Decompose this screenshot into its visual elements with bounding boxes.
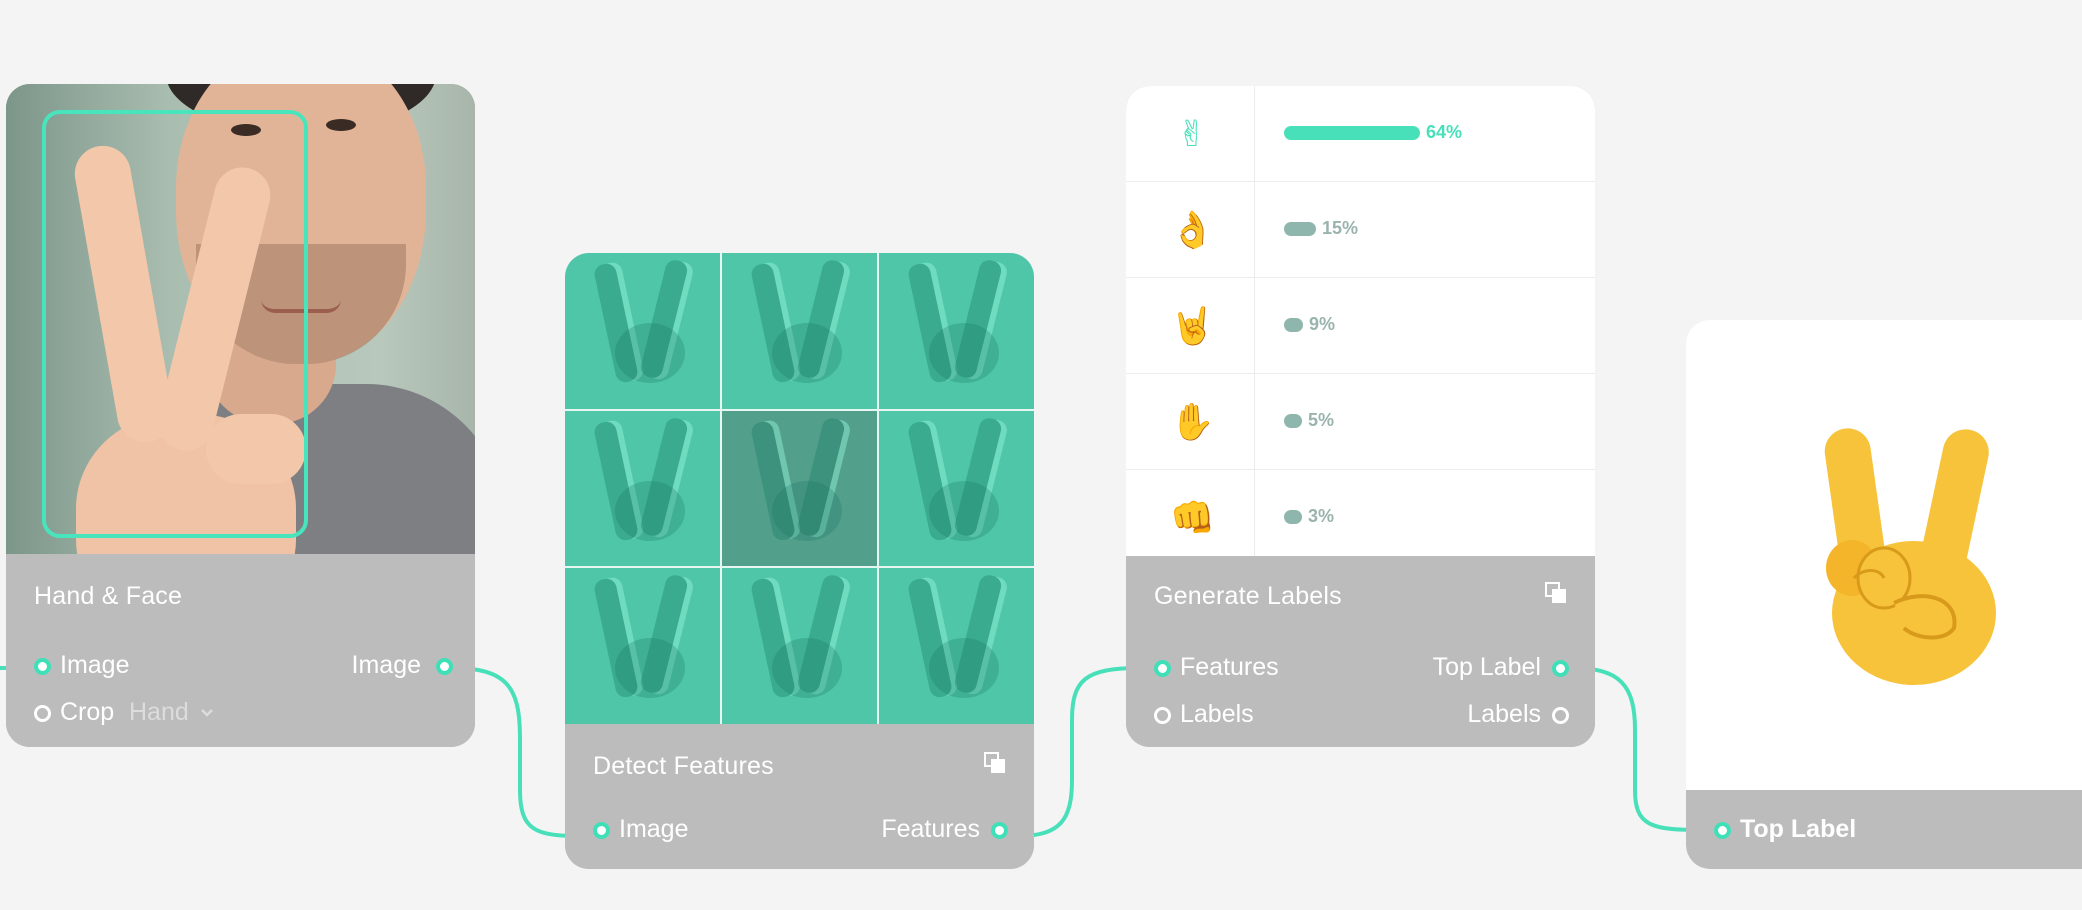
output-footer: Top Label	[1686, 790, 2082, 869]
prediction-row: ✌ 64%	[1126, 86, 1595, 182]
node-title: Generate Labels	[1154, 582, 1342, 610]
wire-detect-to-labels[interactable]	[1017, 666, 1141, 838]
detect-features-footer: Detect Features Image Features	[565, 724, 1034, 869]
input-label-features: Features	[1180, 653, 1279, 681]
feature-map-cell	[879, 253, 1034, 409]
confidence-percent: 64%	[1426, 122, 1463, 142]
input-port-image[interactable]	[34, 658, 51, 675]
feature-map-cell	[722, 253, 877, 409]
confidence-percent: 5%	[1308, 410, 1335, 430]
input-port-features[interactable]	[1154, 660, 1171, 677]
output-port-features[interactable]	[991, 822, 1008, 839]
input-label-labels: Labels	[1180, 700, 1254, 728]
prediction-list: ✌ 64% 👌 15% 🤘 9% ✋ 5% 👊 3%	[1126, 86, 1595, 566]
node-detect-features[interactable]: Detect Features Image Features	[565, 253, 1034, 869]
node-hand-face[interactable]: Hand & Face Image Image Crop Hand	[6, 84, 475, 747]
feature-map-grid	[565, 253, 1034, 724]
confidence-percent: 3%	[1308, 506, 1335, 526]
feature-map-cell	[565, 410, 720, 567]
output-label-image: Image	[351, 651, 421, 679]
hand-detection-box	[42, 110, 308, 538]
camera-photo	[6, 84, 475, 554]
output-label-top-label: Top Label	[1432, 653, 1541, 681]
input-label-top-label: Top Label	[1740, 815, 1857, 843]
crop-dropdown-value: Hand	[129, 698, 189, 726]
duplicate-icon[interactable]	[1545, 582, 1567, 604]
row-divider	[1254, 182, 1255, 277]
port-row-crop: Crop Hand	[6, 697, 475, 731]
confidence-percent: 9%	[1309, 314, 1336, 334]
port-row-labels: Labels Labels	[1126, 699, 1595, 733]
output-port-top-label[interactable]	[1552, 660, 1569, 677]
confidence-bar	[1284, 510, 1302, 524]
input-label-crop: Crop	[60, 698, 115, 726]
node-generate-labels[interactable]: ✌ 64% 👌 15% 🤘 9% ✋ 5% 👊 3% Generate Labels Featur…	[1126, 86, 1595, 747]
input-port-labels[interactable]	[1154, 707, 1171, 724]
port-row-detect: Image Features	[565, 814, 1034, 848]
victory-hand-emoji-icon	[1824, 428, 1996, 685]
node-graph-canvas: Hand & Face Image Image Crop Hand Detect…	[0, 0, 2082, 910]
feature-map-cell	[565, 568, 720, 724]
row-divider	[1254, 374, 1255, 469]
output-label-features: Features	[881, 815, 980, 843]
port-row-top-label: Top Label	[1686, 814, 2082, 848]
feature-map-cell	[722, 410, 877, 567]
input-label-image: Image	[60, 651, 130, 679]
chevron-down-icon	[200, 709, 213, 718]
port-row-features: Features Top Label	[1126, 652, 1595, 686]
row-divider	[1254, 470, 1255, 565]
confidence-bar	[1284, 414, 1302, 428]
node-title: Hand & Face	[34, 582, 183, 610]
hand-face-footer: Hand & Face Image Image Crop Hand	[6, 554, 475, 747]
prediction-row: 👊 3%	[1126, 470, 1595, 566]
input-port-image[interactable]	[593, 822, 610, 839]
row-divider	[1254, 278, 1255, 373]
prediction-row: 🤘 9%	[1126, 278, 1595, 374]
feature-map-cell	[565, 253, 720, 409]
input-port-crop[interactable]	[34, 705, 51, 722]
feature-map-cell	[879, 568, 1034, 724]
input-label-image: Image	[619, 815, 689, 843]
confidence-bar	[1284, 126, 1420, 140]
fist-icon: 👊	[1170, 497, 1215, 538]
generate-labels-footer: Generate Labels Features Top Label Label…	[1126, 556, 1595, 747]
prediction-row: ✋ 5%	[1126, 374, 1595, 470]
sign-of-horns-icon: 🤘	[1170, 305, 1215, 346]
confidence-bar	[1284, 222, 1316, 236]
crop-dropdown[interactable]: Hand	[129, 698, 214, 727]
duplicate-icon[interactable]	[984, 752, 1006, 774]
raised-hand-icon: ✋	[1170, 401, 1215, 442]
output-port-labels[interactable]	[1552, 707, 1569, 724]
ok-hand-icon: 👌	[1170, 209, 1215, 250]
input-port-top-label[interactable]	[1714, 822, 1731, 839]
victory-hand-icon: ✌	[1176, 113, 1208, 154]
output-port-image[interactable]	[436, 658, 453, 675]
output-label-labels: Labels	[1467, 700, 1541, 728]
node-output[interactable]: Top Label	[1686, 320, 2082, 869]
node-title: Detect Features	[593, 752, 774, 780]
confidence-bar	[1284, 318, 1303, 332]
feature-map-cell	[722, 568, 877, 724]
port-row-image: Image Image	[6, 650, 475, 684]
row-divider	[1254, 86, 1255, 181]
prediction-row: 👌 15%	[1126, 182, 1595, 278]
feature-map-cell	[879, 410, 1034, 567]
confidence-percent: 15%	[1322, 218, 1359, 238]
